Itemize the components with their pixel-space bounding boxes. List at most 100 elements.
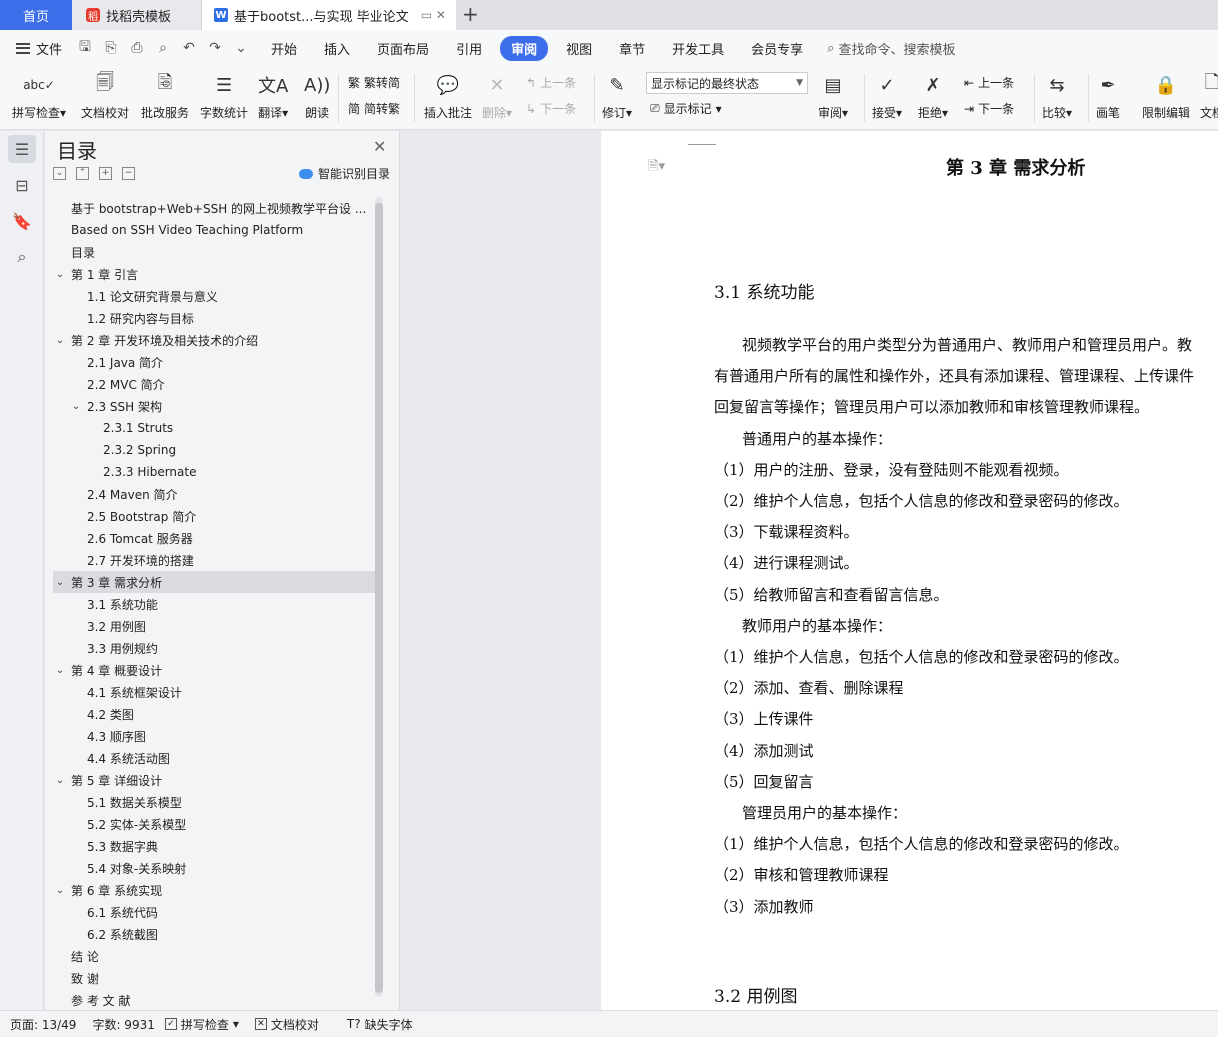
insert-comment-button[interactable]: 💬 插入批注 <box>424 70 472 121</box>
redo-icon[interactable]: ↷ <box>206 40 224 56</box>
status-doc-proof[interactable]: ✕ 文档校对 <box>254 1016 319 1033</box>
page-indicator[interactable]: 页面: 13/49 <box>10 1016 76 1033</box>
new-tab-button[interactable]: + <box>462 2 479 26</box>
toc-item[interactable]: 2.1 Java 简介 <box>53 351 375 373</box>
menu-references[interactable]: 引用 <box>447 36 491 61</box>
review-pane-button[interactable]: ▤ 审阅▾ <box>818 70 848 121</box>
word-count-button[interactable]: ☰ 字数统计 <box>200 70 248 121</box>
toc-item[interactable]: ⌄ 第 4 章 概要设计 <box>53 659 375 681</box>
paragraph-options-icon[interactable]: 🗎▾ <box>648 157 665 179</box>
toc-item[interactable]: 5.1 数据关系模型 <box>53 791 375 813</box>
toc-item[interactable]: 5.2 实体-关系模型 <box>53 813 375 835</box>
command-search[interactable]: ⌕ 查找命令、搜索模板 <box>827 39 955 58</box>
toc-item[interactable]: 3.3 用例规约 <box>53 637 375 659</box>
remove-heading-icon[interactable]: − <box>122 167 135 180</box>
menu-page-layout[interactable]: 页面布局 <box>368 36 438 61</box>
toc-item[interactable]: 6.2 系统截图 <box>53 923 375 945</box>
prev-comment-button[interactable]: ↰ 上一条 <box>526 74 576 91</box>
print-icon[interactable]: ⎙ <box>128 40 146 56</box>
chevron-down-icon[interactable]: ⌄ <box>53 885 67 896</box>
toc-item[interactable]: 2.5 Bootstrap 简介 <box>53 505 375 527</box>
toc-item[interactable]: 2.3.1 Struts <box>53 417 375 439</box>
document-page[interactable] <box>601 131 1218 1010</box>
add-heading-icon[interactable]: + <box>99 167 112 180</box>
chevron-down-icon[interactable]: ⌄ <box>53 269 67 280</box>
show-markup-button[interactable]: ⎚ 显示标记 ▾ <box>650 100 722 117</box>
toc-scrollbar-thumb[interactable] <box>375 203 383 993</box>
toc-item[interactable]: 4.2 类图 <box>53 703 375 725</box>
toc-item[interactable]: 4.1 系统框架设计 <box>53 681 375 703</box>
toc-item[interactable]: 2.4 Maven 简介 <box>53 483 375 505</box>
word-count-indicator[interactable]: 字数: 9931 <box>92 1016 154 1033</box>
toc-item[interactable]: ⌄ 第 6 章 系统实现 <box>53 879 375 901</box>
compare-button[interactable]: ⇆ 比较▾ <box>1042 70 1072 121</box>
print-preview-icon[interactable]: ⌕ <box>154 40 172 56</box>
tab-close-icon[interactable]: ▭ ✕ <box>421 8 446 22</box>
toc-item[interactable]: 结 论 <box>53 945 375 967</box>
menu-view[interactable]: 视图 <box>557 36 601 61</box>
tab-document[interactable]: W 基于bootst...与实现 毕业论文 ▭ ✕ <box>202 0 456 30</box>
toc-item[interactable]: ⌄ 第 1 章 引言 <box>53 263 375 285</box>
chevron-down-icon[interactable]: ⌄ <box>53 665 67 676</box>
toc-item[interactable]: 3.2 用例图 <box>53 615 375 637</box>
track-changes-button[interactable]: ✎ 修订▾ <box>602 70 632 121</box>
restrict-editing-button[interactable]: 🔒 限制编辑 <box>1142 70 1190 121</box>
status-missing-font[interactable]: T? 缺失字体 <box>347 1016 413 1033</box>
toc-item[interactable]: 2.2 MVC 简介 <box>53 373 375 395</box>
customize-chevron-icon[interactable]: ⌄ <box>232 40 250 56</box>
delete-comment-button[interactable]: ✕ 删除▾ <box>482 70 512 121</box>
file-menu-button[interactable]: 文件 <box>16 39 62 58</box>
toc-item[interactable]: 2.7 开发环境的搭建 <box>53 549 375 571</box>
menu-member[interactable]: 会员专享 <box>742 36 812 61</box>
simp-to-trad-button[interactable]: 简简转繁 <box>348 100 400 117</box>
chevron-down-icon[interactable]: ⌄ <box>69 401 83 412</box>
translate-button[interactable]: 文A 翻译▾ <box>258 70 288 121</box>
toc-item[interactable]: 参 考 文 献 <box>53 989 375 1011</box>
read-aloud-button[interactable]: A)) 朗读 <box>304 70 330 121</box>
menu-home[interactable]: 开始 <box>262 36 306 61</box>
toc-item[interactable]: ⌄ 第 2 章 开发环境及相关技术的介绍 <box>53 329 375 351</box>
menu-insert[interactable]: 插入 <box>315 36 359 61</box>
trad-to-simp-button[interactable]: 繁繁转简 <box>348 74 400 91</box>
menu-developer[interactable]: 开发工具 <box>663 36 733 61</box>
toc-item[interactable]: 2.3.2 Spring <box>53 439 375 461</box>
toc-scrollbar[interactable] <box>375 197 383 997</box>
toc-item[interactable]: 5.3 数据字典 <box>53 835 375 857</box>
smart-toc-button[interactable]: 智能识别目录 <box>299 165 390 182</box>
export-pdf-icon[interactable]: ⎘ <box>102 40 120 56</box>
toc-item[interactable]: 致 谢 <box>53 967 375 989</box>
collapse-all-icon[interactable]: ⌄ <box>53 167 66 180</box>
toc-item[interactable]: 4.3 顺序图 <box>53 725 375 747</box>
chevron-down-icon[interactable]: ⌄ <box>53 577 67 588</box>
toc-item[interactable]: ⌄ 第 3 章 需求分析 <box>53 571 375 593</box>
menu-review[interactable]: 审阅 <box>500 35 549 61</box>
chevron-down-icon[interactable]: ⌄ <box>53 335 67 346</box>
close-icon[interactable]: ✕ <box>373 137 386 156</box>
pen-button[interactable]: ✒ 画笔 <box>1096 70 1120 121</box>
doc-permission-button[interactable]: 🗋 文档 <box>1200 70 1218 121</box>
toc-item[interactable]: 目录 <box>53 241 375 263</box>
next-comment-button[interactable]: ↳ 下一条 <box>526 100 576 117</box>
accept-button[interactable]: ✓ 接受▾ <box>872 70 902 121</box>
toc-item[interactable]: 2.6 Tomcat 服务器 <box>53 527 375 549</box>
spell-check-button[interactable]: abc✓ 拼写检查▾ <box>12 70 66 121</box>
toc-item[interactable]: 1.2 研究内容与目标 <box>53 307 375 329</box>
tab-home[interactable]: 首页 <box>0 0 72 30</box>
reject-button[interactable]: ✗ 拒绝▾ <box>918 70 948 121</box>
toc-item[interactable]: 6.1 系统代码 <box>53 901 375 923</box>
markup-state-select[interactable]: 显示标记的最终状态 ▼ <box>646 72 808 94</box>
undo-icon[interactable]: ↶ <box>180 40 198 56</box>
bookmark-icon[interactable]: 🔖 <box>8 207 36 235</box>
prev-change-button[interactable]: ⇤ 上一条 <box>964 74 1014 91</box>
save-icon[interactable]: 🖫 <box>76 36 94 60</box>
expand-all-icon[interactable]: ⌃ <box>76 167 89 180</box>
toc-item[interactable]: 5.4 对象-关系映射 <box>53 857 375 879</box>
chapter-nav-icon[interactable]: ⊟ <box>8 171 36 199</box>
status-spell-check[interactable]: ✓ 拼写检查 ▾ <box>164 1016 239 1033</box>
review-service-button[interactable]: 🗟 批改服务 <box>141 70 189 121</box>
toc-item[interactable]: 1.1 论文研究背景与意义 <box>53 285 375 307</box>
search-icon[interactable]: ⌕ <box>8 243 36 271</box>
next-change-button[interactable]: ⇥ 下一条 <box>964 100 1014 117</box>
doc-proof-button[interactable]: 🗐 文档校对 <box>81 70 129 121</box>
toc-item[interactable]: 4.4 系统活动图 <box>53 747 375 769</box>
